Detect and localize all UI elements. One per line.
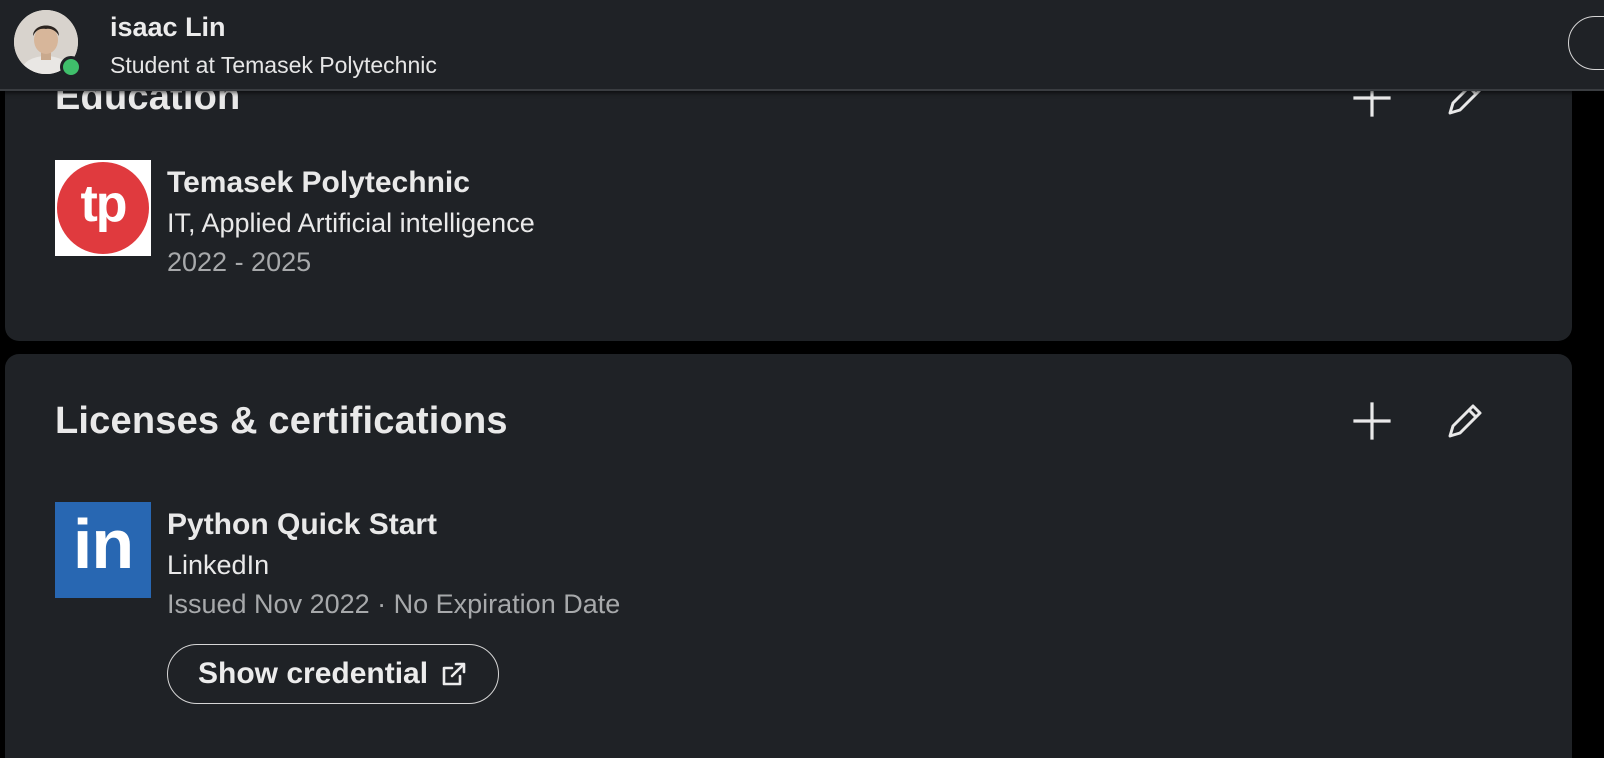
date-range: 2022 - 2025 xyxy=(167,247,312,277)
plus-icon xyxy=(1353,402,1391,440)
profile-headline: Student at Temasek Polytechnic xyxy=(110,52,437,78)
degree-field: IT, Applied Artificial intelligence xyxy=(167,208,535,238)
license-entry: Python Quick Start LinkedIn Issued Nov 2… xyxy=(167,508,620,620)
licenses-section: Licenses & certifications in Python Quic… xyxy=(5,354,1572,758)
logo-text: tp xyxy=(80,175,127,233)
edit-license-button[interactable] xyxy=(1439,395,1491,447)
education-entry: Temasek Polytechnic IT, Applied Artifici… xyxy=(167,166,535,278)
sticky-profile-header: isaac Lin Student at Temasek Polytechnic xyxy=(0,0,1604,91)
issuer-name: LinkedIn xyxy=(167,550,270,580)
external-link-icon xyxy=(442,662,466,686)
button-label: Show credential xyxy=(198,657,429,690)
certification-name[interactable]: Python Quick Start xyxy=(167,508,620,542)
add-license-button[interactable] xyxy=(1346,395,1398,447)
header-action-button[interactable] xyxy=(1568,16,1604,70)
logo-text: in xyxy=(72,505,134,583)
section-title: Licenses & certifications xyxy=(55,400,508,442)
issue-date: Issued Nov 2022 · No Expiration Date xyxy=(167,589,621,619)
profile-page: Education tp Temasek Polytechnic IT, App… xyxy=(0,0,1604,758)
temasek-polytechnic-logo[interactable]: tp xyxy=(55,160,151,256)
show-credential-button[interactable]: Show credential xyxy=(167,644,500,704)
profile-name: isaac Lin xyxy=(110,12,226,42)
pencil-icon xyxy=(1448,404,1482,438)
online-status-indicator xyxy=(60,56,82,78)
linkedin-logo[interactable]: in xyxy=(55,502,151,598)
school-name[interactable]: Temasek Polytechnic xyxy=(167,166,535,200)
